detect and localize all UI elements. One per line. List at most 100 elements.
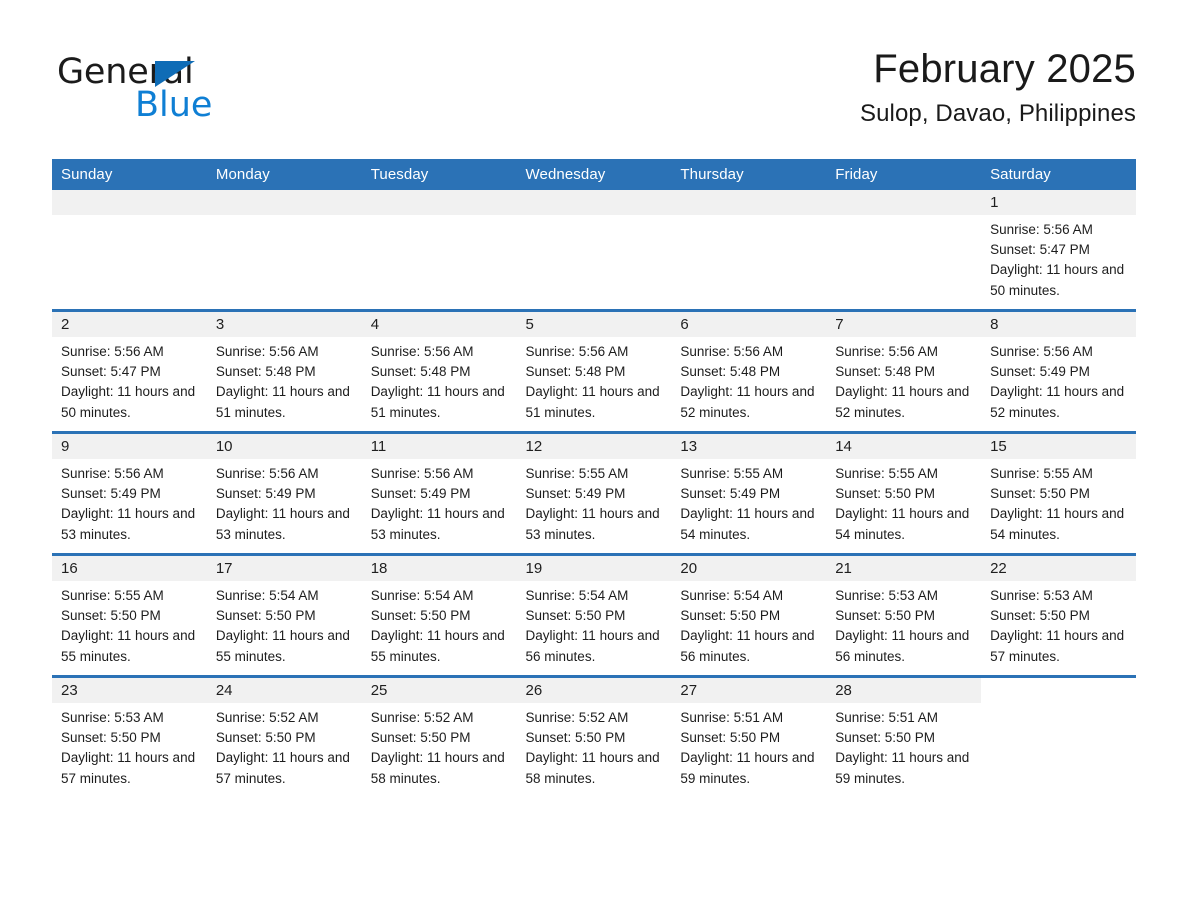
calendar-day-cell[interactable]: 26 Sunrise: 5:52 AM Sunset: 5:50 PM Dayligh… [516, 675, 672, 797]
day-cell-inner: 14 Sunrise: 5:55 AM Sunset: 5:50 PM Dayligh… [826, 434, 982, 553]
sunset-text: Sunset: 5:48 PM [215, 364, 316, 380]
calendar-day-cell[interactable]: 16 Sunrise: 5:55 AM Sunset: 5:50 PM Dayligh… [52, 553, 207, 677]
daylight-text: Daylight: 11 hours and 53 minutes. [370, 506, 505, 542]
sunset-text: Sunset: 5:50 PM [990, 486, 1090, 502]
day-cell-inner: 13 Sunrise: 5:55 AM Sunset: 5:49 PM Dayligh… [671, 434, 827, 553]
day-cell-inner: 4 Sunrise: 5:56 AM Sunset: 5:48 PM Daylight… [361, 312, 517, 431]
day-details: Sunrise: 5:54 AM Sunset: 5:50 PM Daylight:… [207, 581, 362, 667]
page-header: General Blue February 2025 Sulop, Davao,… [52, 44, 1136, 148]
sunrise-text: Sunrise: 5:53 AM [990, 588, 1093, 603]
daylight-text: Daylight: 11 hours and 52 minutes. [990, 384, 1125, 420]
calendar-day-cell[interactable]: 21 Sunrise: 5:53 AM Sunset: 5:50 PM Dayligh… [826, 553, 982, 677]
day-number: 24 [206, 678, 362, 703]
calendar-day-cell[interactable]: 27 Sunrise: 5:51 AM Sunset: 5:50 PM Dayligh… [671, 675, 827, 797]
day-number: 5 [516, 312, 672, 337]
day-cell-inner: 7 Sunrise: 5:56 AM Sunset: 5:48 PM Daylight… [826, 312, 982, 431]
day-number [671, 190, 827, 215]
sunset-text: Sunset: 5:49 PM [370, 486, 471, 502]
calendar-day-cell[interactable]: 25 Sunrise: 5:52 AM Sunset: 5:50 PM Dayligh… [361, 675, 517, 797]
calendar-day-cell[interactable]: 10 Sunrise: 5:56 AM Sunset: 5:49 PM Dayligh… [206, 431, 362, 555]
calendar-day-cell[interactable]: 13 Sunrise: 5:55 AM Sunset: 5:49 PM Dayligh… [671, 431, 827, 555]
day-details: Sunrise: 5:56 AM Sunset: 5:48 PM Daylight:… [207, 337, 362, 423]
day-details: Sunrise: 5:55 AM Sunset: 5:49 PM Daylight:… [517, 459, 672, 545]
calendar-day-cell[interactable]: 15 Sunrise: 5:55 AM Sunset: 5:50 PM Dayligh… [981, 431, 1136, 555]
daylight-text: Daylight: 11 hours and 50 minutes. [990, 262, 1125, 298]
daylight-text: Daylight: 11 hours and 59 minutes. [835, 750, 970, 786]
daylight-text: Daylight: 11 hours and 56 minutes. [525, 628, 660, 664]
calendar-day-cell[interactable]: 2 Sunrise: 5:56 AM Sunset: 5:47 PM Daylight… [52, 309, 207, 433]
calendar-day-cell[interactable]: 1 Sunrise: 5:56 AM Sunset: 5:47 PM Daylight… [981, 190, 1136, 311]
day-cell-inner: 25 Sunrise: 5:52 AM Sunset: 5:50 PM Dayligh… [361, 678, 517, 797]
sunrise-text: Sunrise: 5:56 AM [990, 222, 1093, 237]
day-details: Sunrise: 5:52 AM Sunset: 5:50 PM Daylight:… [517, 703, 672, 789]
day-cell-inner: 2 Sunrise: 5:56 AM Sunset: 5:47 PM Daylight… [52, 312, 207, 431]
daylight-text: Daylight: 11 hours and 54 minutes. [990, 506, 1125, 542]
calendar-day-cell[interactable]: 11 Sunrise: 5:56 AM Sunset: 5:49 PM Dayligh… [361, 431, 517, 555]
calendar-day-cell[interactable]: 14 Sunrise: 5:55 AM Sunset: 5:50 PM Dayligh… [826, 431, 982, 555]
day-cell-inner [52, 190, 207, 309]
calendar-day-cell[interactable]: 23 Sunrise: 5:53 AM Sunset: 5:50 PM Dayligh… [52, 675, 207, 797]
day-cell-inner [361, 190, 517, 309]
day-number: 19 [516, 556, 672, 581]
brand-name-blue: Blue [135, 85, 213, 125]
daylight-text: Daylight: 11 hours and 58 minutes. [525, 750, 660, 786]
day-number: 6 [671, 312, 827, 337]
sunset-text: Sunset: 5:48 PM [680, 364, 781, 380]
day-cell-inner: 22 Sunrise: 5:53 AM Sunset: 5:50 PM Dayligh… [981, 556, 1136, 675]
sunrise-text: Sunrise: 5:56 AM [990, 344, 1093, 359]
sunset-text: Sunset: 5:47 PM [990, 242, 1090, 258]
calendar-cell-empty [516, 190, 672, 311]
daylight-text: Daylight: 11 hours and 57 minutes. [61, 750, 196, 786]
calendar-day-cell[interactable]: 6 Sunrise: 5:56 AM Sunset: 5:48 PM Daylight… [671, 309, 827, 433]
calendar-day-cell[interactable]: 19 Sunrise: 5:54 AM Sunset: 5:50 PM Dayligh… [516, 553, 672, 677]
calendar-day-cell[interactable]: 17 Sunrise: 5:54 AM Sunset: 5:50 PM Dayligh… [206, 553, 362, 677]
sunrise-text: Sunrise: 5:53 AM [835, 588, 939, 603]
day-number: 1 [981, 190, 1136, 215]
day-details: Sunrise: 5:56 AM Sunset: 5:47 PM Daylight:… [52, 337, 207, 423]
day-cell-inner: 10 Sunrise: 5:56 AM Sunset: 5:49 PM Dayligh… [206, 434, 362, 553]
calendar-day-cell[interactable]: 9 Sunrise: 5:56 AM Sunset: 5:49 PM Daylight… [52, 431, 207, 555]
calendar-day-cell[interactable]: 4 Sunrise: 5:56 AM Sunset: 5:48 PM Daylight… [361, 309, 517, 433]
day-cell-inner: 27 Sunrise: 5:51 AM Sunset: 5:50 PM Dayligh… [671, 678, 827, 797]
calendar-day-cell[interactable]: 18 Sunrise: 5:54 AM Sunset: 5:50 PM Dayligh… [361, 553, 517, 677]
day-details: Sunrise: 5:53 AM Sunset: 5:50 PM Daylight:… [826, 581, 981, 667]
day-number [52, 190, 207, 215]
calendar-day-cell[interactable]: 22 Sunrise: 5:53 AM Sunset: 5:50 PM Dayligh… [981, 553, 1136, 677]
calendar-day-cell[interactable]: 3 Sunrise: 5:56 AM Sunset: 5:48 PM Daylight… [206, 309, 362, 433]
calendar-day-cell[interactable]: 5 Sunrise: 5:56 AM Sunset: 5:48 PM Daylight… [516, 309, 672, 433]
calendar-day-cell[interactable]: 24 Sunrise: 5:52 AM Sunset: 5:50 PM Dayligh… [206, 675, 362, 797]
day-details: Sunrise: 5:55 AM Sunset: 5:49 PM Daylight:… [671, 459, 826, 545]
sunrise-text: Sunrise: 5:52 AM [215, 710, 319, 725]
day-cell-inner: 28 Sunrise: 5:51 AM Sunset: 5:50 PM Dayligh… [826, 678, 982, 797]
calendar-day-cell[interactable]: 20 Sunrise: 5:54 AM Sunset: 5:50 PM Dayligh… [671, 553, 827, 677]
sunrise-text: Sunrise: 5:52 AM [525, 710, 629, 725]
day-cell-inner [671, 190, 827, 309]
sunrise-sunset-calendar: Sunday Monday Tuesday Wednesday Thursday Frid… [52, 159, 1136, 797]
sunset-text: Sunset: 5:49 PM [680, 486, 781, 502]
day-number: 16 [52, 556, 207, 581]
day-cell-inner [981, 678, 1136, 797]
general-blue-logo[interactable]: General Blue [57, 52, 327, 132]
weekday-header-tuesday: Tuesday [361, 159, 517, 190]
calendar-day-cell[interactable]: 8 Sunrise: 5:56 AM Sunset: 5:49 PM Daylight… [981, 309, 1136, 433]
day-number: 14 [826, 434, 982, 459]
calendar-day-cell[interactable]: 28 Sunrise: 5:51 AM Sunset: 5:50 PM Dayligh… [826, 675, 982, 797]
day-cell-inner [826, 190, 982, 309]
weekday-header-saturday: Saturday [981, 159, 1136, 190]
weekday-header-friday: Friday [826, 159, 982, 190]
calendar-day-cell[interactable]: 12 Sunrise: 5:55 AM Sunset: 5:49 PM Dayligh… [516, 431, 672, 555]
day-number: 20 [671, 556, 827, 581]
calendar-day-cell[interactable]: 7 Sunrise: 5:56 AM Sunset: 5:48 PM Daylight… [826, 309, 982, 433]
calendar-page: General Blue February 2025 Sulop, Davao,… [0, 0, 1188, 918]
day-cell-inner: 16 Sunrise: 5:55 AM Sunset: 5:50 PM Dayligh… [52, 556, 207, 675]
day-cell-inner: 5 Sunrise: 5:56 AM Sunset: 5:48 PM Daylight… [516, 312, 672, 431]
sunset-text: Sunset: 5:49 PM [215, 486, 316, 502]
day-details: Sunrise: 5:53 AM Sunset: 5:50 PM Daylight:… [981, 581, 1136, 667]
weekday-header-monday: Monday [206, 159, 362, 190]
calendar-body: 1 Sunrise: 5:56 AM Sunset: 5:47 PM Daylight… [52, 190, 1136, 797]
day-number: 18 [361, 556, 517, 581]
sunset-text: Sunset: 5:47 PM [61, 364, 161, 380]
sunrise-text: Sunrise: 5:54 AM [370, 588, 474, 603]
daylight-text: Daylight: 11 hours and 57 minutes. [990, 628, 1125, 664]
sunrise-text: Sunrise: 5:56 AM [215, 344, 319, 359]
